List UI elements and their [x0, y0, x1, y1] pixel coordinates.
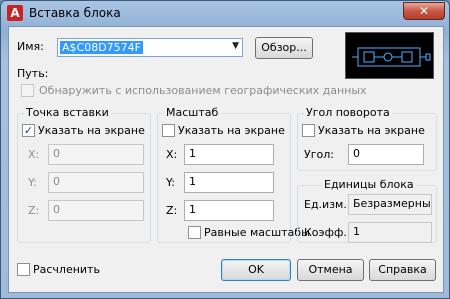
rotation-specify-checkbox[interactable]: [302, 124, 315, 137]
insertion-point-title: Точка вставки: [24, 106, 111, 119]
insertion-x-input[interactable]: 0: [48, 144, 144, 165]
scale-x-label: X:: [166, 148, 178, 161]
uniform-scale-checkbox[interactable]: [188, 226, 201, 239]
chevron-down-icon[interactable]: ▼: [232, 41, 239, 51]
block-units-title: Единицы блока: [322, 178, 416, 191]
uniform-scale-label: Равные масштабы: [204, 226, 310, 239]
insertion-specify-checkbox[interactable]: ✓: [22, 124, 35, 137]
rotation-specify-label: Указать на экране: [318, 124, 425, 137]
ok-button[interactable]: OK: [221, 259, 291, 281]
scale-y-input[interactable]: 1: [184, 172, 274, 193]
explode-label: Расчленить: [33, 263, 100, 276]
close-button[interactable]: ✕: [403, 2, 445, 20]
scale-z-label: Z:: [166, 204, 178, 217]
insertion-y-label: Y:: [28, 176, 37, 189]
angle-input[interactable]: 0: [348, 144, 424, 165]
window-title: Вставка блока: [29, 6, 121, 20]
insertion-specify-label: Указать на экране: [38, 124, 145, 137]
dialog-body: Имя: A$C08D7574F ▼ Обзор... Путь: Обнару…: [8, 26, 444, 293]
scale-z-input[interactable]: 1: [184, 200, 274, 221]
path-label: Путь:: [17, 67, 49, 80]
rotation-title: Угол поворота: [304, 106, 392, 119]
insertion-z-input[interactable]: 0: [48, 200, 144, 221]
geo-data-label: Обнаружить с использованием географическ…: [39, 84, 367, 97]
scale-specify-checkbox[interactable]: [162, 124, 175, 137]
angle-label: Угол:: [304, 148, 334, 161]
geo-data-checkbox[interactable]: [21, 84, 34, 97]
scale-title: Масштаб: [164, 106, 221, 119]
cancel-button[interactable]: Отмена: [297, 259, 364, 281]
scale-y-label: Y:: [166, 176, 175, 189]
dialog-window: A Вставка блока ✕ Имя: A$C08D7574F ▼ Обз…: [0, 0, 450, 299]
insertion-z-label: Z:: [28, 204, 40, 217]
insertion-point-group: Точка вставки ✓ Указать на экране X: 0 Y…: [17, 106, 151, 243]
name-label: Имя:: [17, 40, 44, 53]
explode-checkbox[interactable]: [17, 263, 30, 276]
block-preview-drawing: [352, 47, 431, 67]
title-bar[interactable]: A Вставка блока ✕: [1, 1, 449, 26]
block-name-value: A$C08D7574F: [60, 41, 143, 54]
browse-button[interactable]: Обзор...: [255, 37, 313, 59]
autocad-icon: A: [7, 5, 23, 21]
units-label: Ед.изм.:: [304, 198, 351, 211]
insertion-x-label: X:: [28, 148, 40, 161]
scale-x-input[interactable]: 1: [184, 144, 274, 165]
rotation-group: Угол поворота Указать на экране Угол: 0: [297, 106, 437, 171]
block-units-group: Единицы блока Ед.изм.: Безразмерный Коэф…: [297, 178, 437, 243]
factor-value: 1: [348, 222, 432, 243]
help-button[interactable]: Справка: [369, 259, 436, 281]
block-name-combobox[interactable]: A$C08D7574F ▼: [57, 38, 243, 57]
scale-group: Масштаб Указать на экране X: 1 Y: 1 Z: 1…: [157, 106, 310, 243]
factor-label: Коэфф.:: [304, 226, 351, 239]
insertion-y-input[interactable]: 0: [48, 172, 144, 193]
units-value: Безразмерный: [348, 194, 432, 215]
scale-specify-label: Указать на экране: [178, 124, 285, 137]
block-preview-image: [345, 32, 434, 79]
